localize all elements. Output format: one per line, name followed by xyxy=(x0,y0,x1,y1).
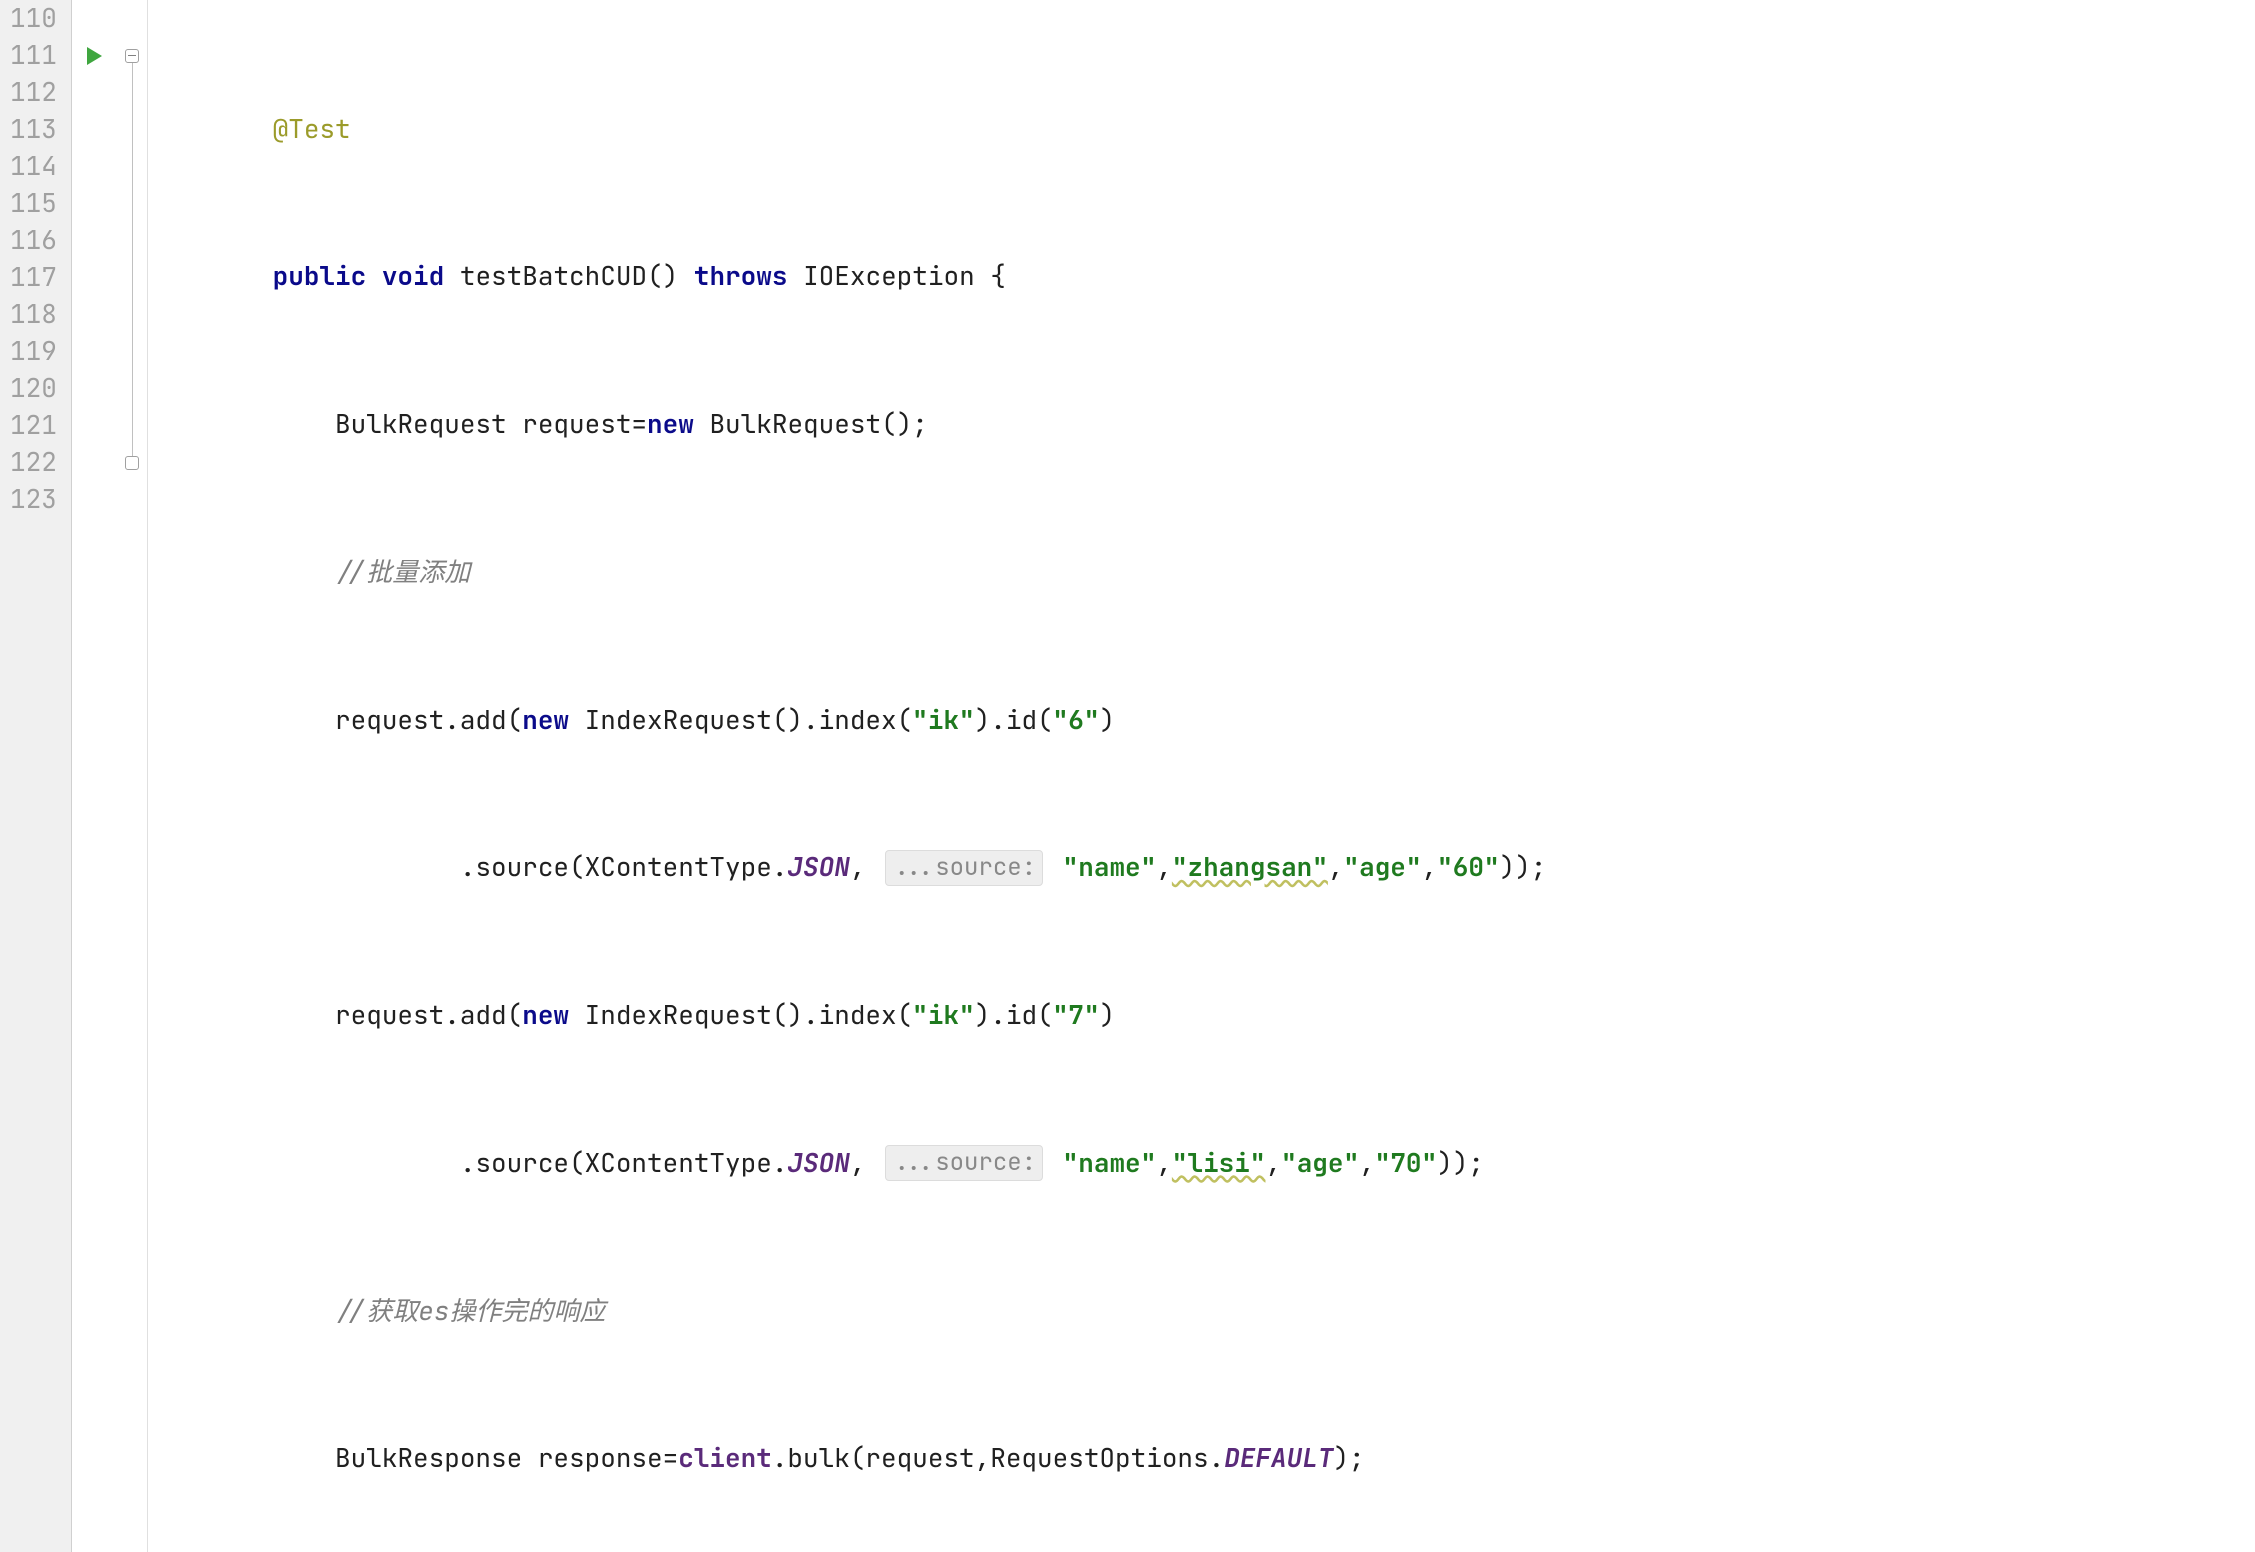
keyword: throws xyxy=(694,258,803,295)
keyword: void xyxy=(382,258,460,295)
fold-cell xyxy=(118,0,147,37)
comment: //获取es操作完的响应 xyxy=(335,1293,605,1330)
fold-cell xyxy=(118,370,147,407)
string-literal: "lisi" xyxy=(1172,1145,1266,1182)
static-field: JSON xyxy=(787,1145,849,1182)
fold-cell xyxy=(118,185,147,222)
gutter: 1101111121131141151161171181191201211221… xyxy=(0,0,72,1552)
gutter-icon-cell xyxy=(72,481,118,518)
parameter-hint: ...source: xyxy=(885,850,1043,886)
gutter-icon-cell xyxy=(72,444,118,481)
gutter-icon-cell xyxy=(72,296,118,333)
comment: //批量添加 xyxy=(335,554,470,591)
string-literal: "ik" xyxy=(912,702,974,739)
fold-cell xyxy=(118,74,147,111)
string-literal: "name" xyxy=(1063,849,1157,886)
fold-cell xyxy=(118,111,147,148)
gutter-icon-cell xyxy=(72,222,118,259)
annotation: @Test xyxy=(273,111,351,148)
fold-column xyxy=(118,0,148,1552)
string-literal: "70" xyxy=(1375,1145,1437,1182)
gutter-icon-cell xyxy=(72,185,118,222)
line-number[interactable]: 121 xyxy=(10,407,57,444)
parameter-hint: ...source: xyxy=(885,1145,1043,1181)
code-line[interactable]: @Test xyxy=(148,111,2255,148)
string-literal: "ik" xyxy=(912,997,974,1034)
line-number[interactable]: 115 xyxy=(10,185,57,222)
line-number[interactable]: 110 xyxy=(10,0,57,37)
line-number[interactable]: 116 xyxy=(10,222,57,259)
string-literal: "6" xyxy=(1053,702,1100,739)
line-number[interactable]: 112 xyxy=(10,74,57,111)
run-icon[interactable] xyxy=(87,47,102,65)
string-literal: "age" xyxy=(1281,1145,1359,1182)
static-field: JSON xyxy=(787,849,849,886)
code-line[interactable]: //获取es操作完的响应 xyxy=(148,1292,2255,1329)
code-area[interactable]: @Test public void testBatchCUD() throws … xyxy=(148,0,2255,1552)
run-icon-column xyxy=(72,0,118,1552)
static-field: DEFAULT xyxy=(1224,1440,1333,1477)
string-literal: "60" xyxy=(1437,849,1499,886)
gutter-icon-cell xyxy=(72,407,118,444)
code-line[interactable]: BulkRequest request=new BulkRequest(); xyxy=(148,406,2255,443)
fold-cell[interactable] xyxy=(118,37,147,74)
fold-cell xyxy=(118,296,147,333)
string-literal: "7" xyxy=(1053,997,1100,1034)
fold-cell xyxy=(118,259,147,296)
code-line[interactable]: request.add(new IndexRequest().index("ik… xyxy=(148,702,2255,739)
fold-cell xyxy=(118,481,147,518)
line-number[interactable]: 119 xyxy=(10,333,57,370)
gutter-icon-cell xyxy=(72,148,118,185)
fold-cell xyxy=(118,222,147,259)
fold-cell[interactable] xyxy=(118,444,147,481)
keyword: new xyxy=(647,406,709,443)
line-number[interactable]: 117 xyxy=(10,259,57,296)
line-number[interactable]: 111 xyxy=(10,37,57,74)
gutter-icon-cell xyxy=(72,259,118,296)
code-line[interactable]: request.add(new IndexRequest().index("ik… xyxy=(148,997,2255,1034)
string-literal: "zhangsan" xyxy=(1172,849,1328,886)
keyword: new xyxy=(522,702,584,739)
field: client xyxy=(678,1440,772,1477)
gutter-icon-cell xyxy=(72,0,118,37)
fold-close-icon[interactable] xyxy=(125,456,139,470)
line-number[interactable]: 113 xyxy=(10,111,57,148)
gutter-icon-cell xyxy=(72,370,118,407)
code-line[interactable]: BulkResponse response=client.bulk(reques… xyxy=(148,1440,2255,1477)
gutter-icon-cell xyxy=(72,333,118,370)
fold-cell xyxy=(118,148,147,185)
fold-open-icon[interactable] xyxy=(125,49,139,63)
line-number[interactable]: 123 xyxy=(10,481,57,518)
keyword: public xyxy=(273,258,382,295)
code-line[interactable]: //批量添加 xyxy=(148,554,2255,591)
line-number[interactable]: 120 xyxy=(10,370,57,407)
string-literal: "name" xyxy=(1063,1145,1157,1182)
code-line[interactable]: .source(XContentType.JSON, ...source: "n… xyxy=(148,1145,2255,1182)
code-line[interactable]: .source(XContentType.JSON, ...source: "n… xyxy=(148,849,2255,886)
fold-cell xyxy=(118,333,147,370)
gutter-icon-cell xyxy=(72,111,118,148)
keyword: new xyxy=(522,997,584,1034)
line-number[interactable]: 122 xyxy=(10,444,57,481)
line-number[interactable]: 114 xyxy=(10,148,57,185)
gutter-icon-cell[interactable] xyxy=(72,37,118,74)
line-number[interactable]: 118 xyxy=(10,296,57,333)
gutter-icon-cell xyxy=(72,74,118,111)
string-literal: "age" xyxy=(1344,849,1422,886)
code-line[interactable]: public void testBatchCUD() throws IOExce… xyxy=(148,258,2255,295)
